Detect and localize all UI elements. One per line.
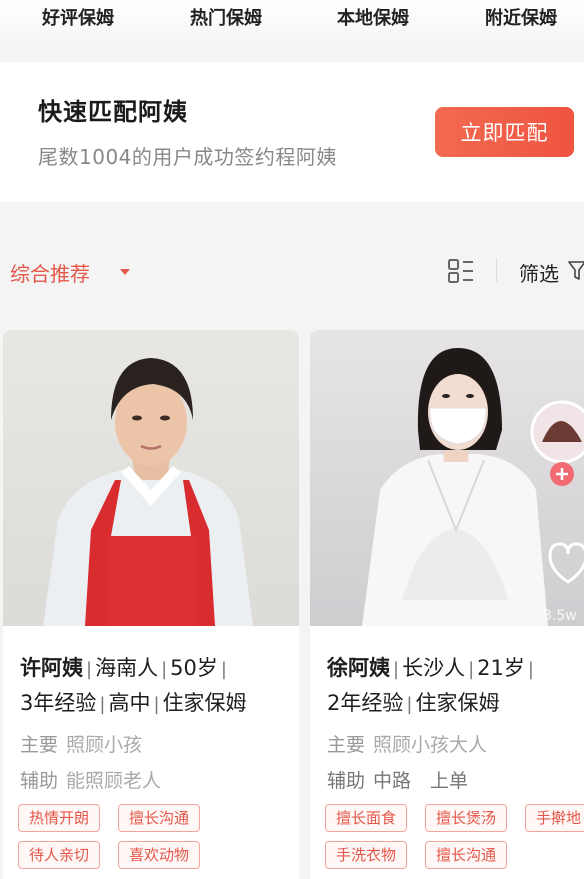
aux-duty: 辅助 中路 上单 bbox=[327, 770, 469, 792]
tag: 擅长沟通 bbox=[118, 804, 201, 832]
nanny-origin: 海南人 bbox=[95, 656, 159, 680]
tag: 擅长煲汤 bbox=[425, 804, 508, 832]
nanny-detail-line: 3年经验 | 高中 | 住家保姆 bbox=[20, 691, 247, 715]
nanny-card[interactable]: 3.5w 徐阿姨 | 长沙人 | 21岁 | 2年经验 | 住家保姆 主要 照顾小孩大人 辅助中… bbox=[310, 330, 584, 879]
nanny-experience: 2年经验 bbox=[327, 691, 404, 715]
nanny-origin: 长沙人 bbox=[402, 656, 466, 680]
tag: 擅长面食 bbox=[325, 804, 408, 832]
sort-dropdown[interactable]: 综合推荐 bbox=[10, 258, 90, 287]
nanny-education: 高中 bbox=[108, 691, 151, 715]
nanny-card[interactable]: 许阿姨 | 海南人 | 50岁 | 3年经验 | 高中 | 住家保姆 主要 照顾小孩 辅助 能照顾老人… bbox=[3, 330, 299, 879]
tag: 待人亲切 bbox=[18, 841, 101, 869]
tab-local[interactable]: 本地保姆 bbox=[337, 4, 409, 30]
filter-icon[interactable] bbox=[568, 260, 584, 282]
nanny-name: 徐阿姨 bbox=[327, 656, 390, 680]
banner-subtitle: 尾数1004的用户成功签约程阿姨 bbox=[38, 145, 337, 169]
grid-view-icon[interactable] bbox=[447, 258, 475, 284]
nanny-experience: 3年经验 bbox=[20, 691, 97, 715]
tag: 手擀地 bbox=[525, 804, 584, 832]
nanny-name: 许阿姨 bbox=[20, 656, 83, 680]
tag: 喜欢动物 bbox=[118, 841, 201, 869]
tag: 手洗衣物 bbox=[325, 841, 408, 869]
nanny-summary-line: 徐阿姨 | 长沙人 | 21岁 | bbox=[327, 656, 534, 680]
divider bbox=[496, 258, 497, 282]
quick-match-banner: 快速匹配阿姨 尾数1004的用户成功签约程阿姨 立即匹配 bbox=[0, 62, 584, 202]
match-now-button[interactable]: 立即匹配 bbox=[435, 107, 574, 157]
nanny-age: 21岁 bbox=[477, 656, 525, 680]
nanny-job-type: 住家保姆 bbox=[162, 691, 247, 715]
nanny-photo-illustration bbox=[362, 348, 584, 626]
tab-nearby[interactable]: 附近保姆 bbox=[485, 4, 557, 30]
photo-count-badge: 3.5w bbox=[543, 608, 577, 624]
nanny-photo-illustration bbox=[43, 358, 253, 626]
tab-good-review[interactable]: 好评保姆 bbox=[42, 4, 114, 30]
nanny-photo: 3.5w bbox=[310, 330, 584, 626]
category-tabs: 好评保姆 热门保姆 本地保姆 附近保姆 bbox=[0, 0, 584, 40]
nanny-age: 50岁 bbox=[170, 656, 218, 680]
main-duty: 主要 照顾小孩 bbox=[20, 734, 143, 756]
tag: 热情开朗 bbox=[18, 804, 101, 832]
nanny-photo bbox=[3, 330, 299, 626]
nanny-job-type: 住家保姆 bbox=[415, 691, 500, 715]
nanny-detail-line: 2年经验 | 住家保姆 bbox=[327, 691, 500, 715]
tag: 擅长沟通 bbox=[425, 841, 508, 869]
tab-popular[interactable]: 热门保姆 bbox=[190, 4, 262, 30]
aux-duty: 辅助 能照顾老人 bbox=[20, 770, 162, 792]
main-duty: 主要 照顾小孩大人 bbox=[327, 734, 488, 756]
page: 好评保姆 热门保姆 本地保姆 附近保姆 快速匹配阿姨 尾数1004的用户成功签约… bbox=[0, 0, 584, 879]
caret-down-icon bbox=[120, 269, 130, 275]
banner-title: 快速匹配阿姨 bbox=[38, 98, 188, 126]
filter-button[interactable]: 筛选 bbox=[519, 258, 559, 287]
nanny-summary-line: 许阿姨 | 海南人 | 50岁 | bbox=[20, 656, 227, 680]
